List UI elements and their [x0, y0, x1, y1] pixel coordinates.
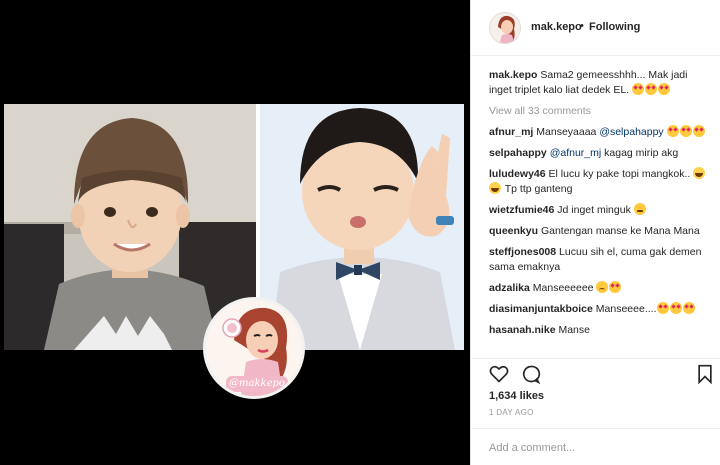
heart-eyes-emoji-icon	[609, 281, 622, 293]
comment-text: Manse	[558, 324, 590, 336]
comment-text: Manseeee....	[595, 303, 657, 315]
post-timestamp: 1 DAY AGO	[489, 408, 534, 417]
comment: queenkyu Gantengan manse ke Mana Mana	[489, 224, 711, 239]
comment-text: kagag mirip akg	[604, 147, 679, 159]
following-button[interactable]: Following	[589, 21, 640, 33]
caption-username[interactable]: mak.kepo	[489, 69, 537, 81]
comment: afnur_mj Manseyaaaa @selpahappy	[489, 125, 711, 140]
comment: diasimanjuntakboice Manseeee....	[489, 302, 711, 317]
bookmark-icon[interactable]	[695, 364, 715, 384]
comment: steffjones008 Lucuu sih el, cuma gak dem…	[489, 245, 711, 275]
comment: adzalika Manseeeeee	[489, 281, 711, 296]
post-media[interactable]: @makkepo	[0, 0, 470, 465]
heart-eyes-emoji-icon	[645, 83, 658, 95]
comment: luludewy46 El lucu ky pake topi mangkok.…	[489, 167, 711, 197]
comment-text: El lucu ky pake topi mangkok..	[548, 168, 691, 180]
avatar[interactable]	[489, 12, 521, 44]
heart-eyes-emoji-icon	[679, 125, 692, 137]
comment-username[interactable]: hasanah.nike	[489, 324, 556, 336]
heart-icon[interactable]	[489, 364, 509, 384]
heart-eyes-emoji-icon	[669, 302, 682, 314]
watermark-text: @makkepo	[226, 376, 288, 392]
add-comment-input[interactable]	[489, 440, 699, 456]
comment-username[interactable]: queenkyu	[489, 225, 538, 237]
comment-username[interactable]: diasimanjuntakboice	[489, 303, 593, 315]
post-author-username[interactable]: mak.kepo	[531, 21, 582, 33]
heart-eyes-emoji-icon	[658, 83, 671, 95]
comment-username[interactable]: afnur_mj	[489, 126, 533, 138]
comment-mention[interactable]: @selpahappy	[599, 126, 663, 138]
comment-icon[interactable]	[521, 364, 541, 384]
heart-eyes-emoji-icon	[692, 125, 705, 137]
sad-face-emoji-icon	[596, 281, 609, 293]
comment-text-continued: Tp ttp ganteng	[504, 183, 573, 195]
post-details-panel: mak.kepo • Following mak.kepo Sama2 geme…	[470, 0, 720, 465]
comment-username[interactable]: luludewy46	[489, 168, 546, 180]
heart-eyes-emoji-icon	[656, 302, 669, 314]
comment-text: Manseeeeee	[532, 282, 594, 294]
caption: mak.kepo Sama2 gemeesshhh... Mak jadi in…	[489, 68, 711, 98]
comment-username[interactable]: steffjones008	[489, 246, 556, 258]
comment-username[interactable]: wietzfumie46	[489, 204, 554, 216]
view-all-comments-link[interactable]: View all 33 comments	[489, 104, 711, 118]
comment-mention[interactable]: @afnur_mj	[550, 147, 602, 159]
heart-eyes-emoji-icon	[632, 83, 645, 95]
header-separator: •	[580, 20, 584, 32]
comment-text: Manseyaaaa	[536, 126, 597, 138]
grinning-sweat-emoji-icon	[693, 167, 706, 179]
likes-count[interactable]: 1,634 likes	[489, 390, 544, 402]
comment-username[interactable]: selpahappy	[489, 147, 547, 159]
heart-eyes-emoji-icon	[666, 125, 679, 137]
post-header: mak.kepo • Following	[471, 0, 720, 56]
comment-text: Jd inget minguk	[557, 204, 631, 216]
heart-eyes-emoji-icon	[682, 302, 695, 314]
grimacing-emoji-icon	[633, 203, 646, 215]
watermark-logo: @makkepo	[203, 297, 305, 399]
avatar-woman-icon	[490, 13, 520, 43]
comments-list[interactable]: mak.kepo Sama2 gemeesshhh... Mak jadi in…	[489, 68, 711, 356]
grinning-sweat-emoji-icon	[489, 182, 501, 194]
comment-text: Gantengan manse ke Mana Mana	[540, 225, 700, 237]
comment-username[interactable]: adzalika	[489, 282, 530, 294]
comment: wietzfumie46 Jd inget minguk	[489, 203, 711, 218]
action-bar	[471, 358, 720, 388]
add-comment-bar	[471, 428, 720, 465]
comment: hasanah.nike Manse	[489, 323, 711, 338]
comment: selpahappy @afnur_mj kagag mirip akg	[489, 146, 711, 161]
